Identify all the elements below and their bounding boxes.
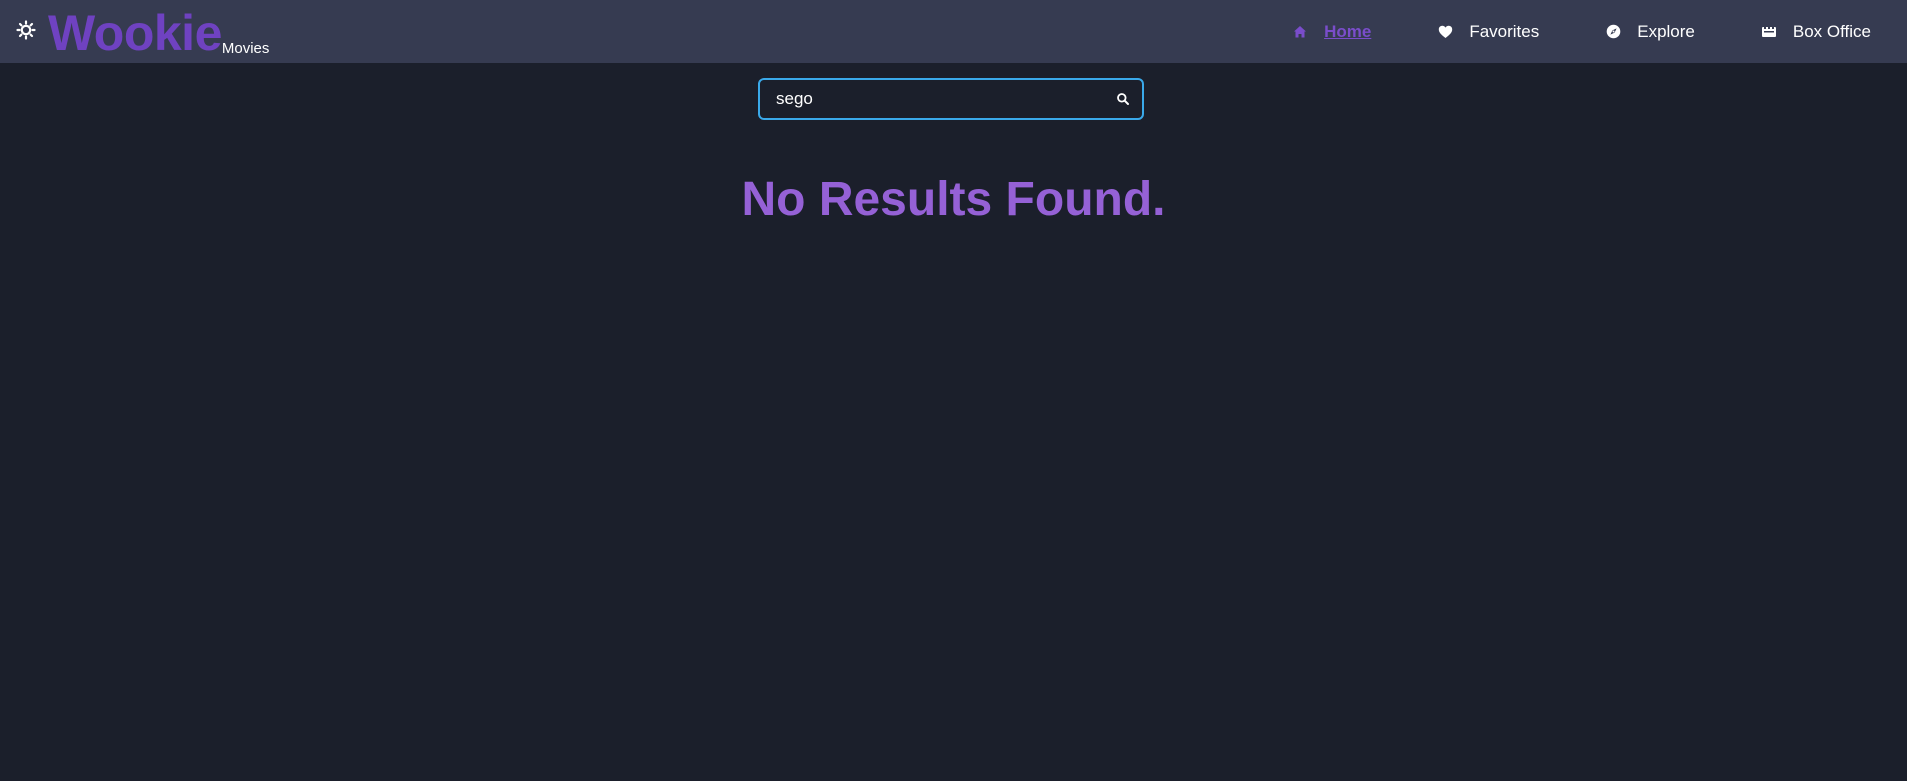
nav-links: Home Favorites Explore Box Office bbox=[1226, 0, 1871, 63]
nav-item-label: Favorites bbox=[1469, 21, 1540, 41]
heart-icon bbox=[1437, 24, 1453, 40]
compass-icon bbox=[1605, 24, 1621, 40]
brand-name: Wookie bbox=[48, 5, 222, 61]
nav-item-label: Box Office bbox=[1792, 21, 1871, 41]
no-results-message: No Results Found. bbox=[741, 173, 1166, 226]
search-input[interactable] bbox=[760, 80, 1142, 118]
nav-item-home[interactable]: Home bbox=[1292, 22, 1371, 42]
brand-logo[interactable]: Wookie Movies bbox=[48, 6, 269, 60]
brand-subtitle: Movies bbox=[221, 40, 270, 57]
ticket-icon bbox=[1761, 24, 1777, 40]
search-icon[interactable] bbox=[1116, 92, 1130, 106]
nav-item-box-office[interactable]: Box Office bbox=[1761, 22, 1871, 42]
nav-item-explore[interactable]: Explore bbox=[1605, 22, 1695, 42]
nav-item-label: Home bbox=[1324, 21, 1372, 41]
search-box bbox=[758, 78, 1144, 120]
home-icon bbox=[1292, 24, 1308, 40]
nav-item-label: Explore bbox=[1637, 21, 1695, 41]
nav-item-favorites[interactable]: Favorites bbox=[1437, 22, 1539, 42]
sun-icon[interactable] bbox=[16, 20, 36, 40]
top-navbar: Wookie Movies Home Favorites Explore Box… bbox=[0, 0, 1907, 63]
